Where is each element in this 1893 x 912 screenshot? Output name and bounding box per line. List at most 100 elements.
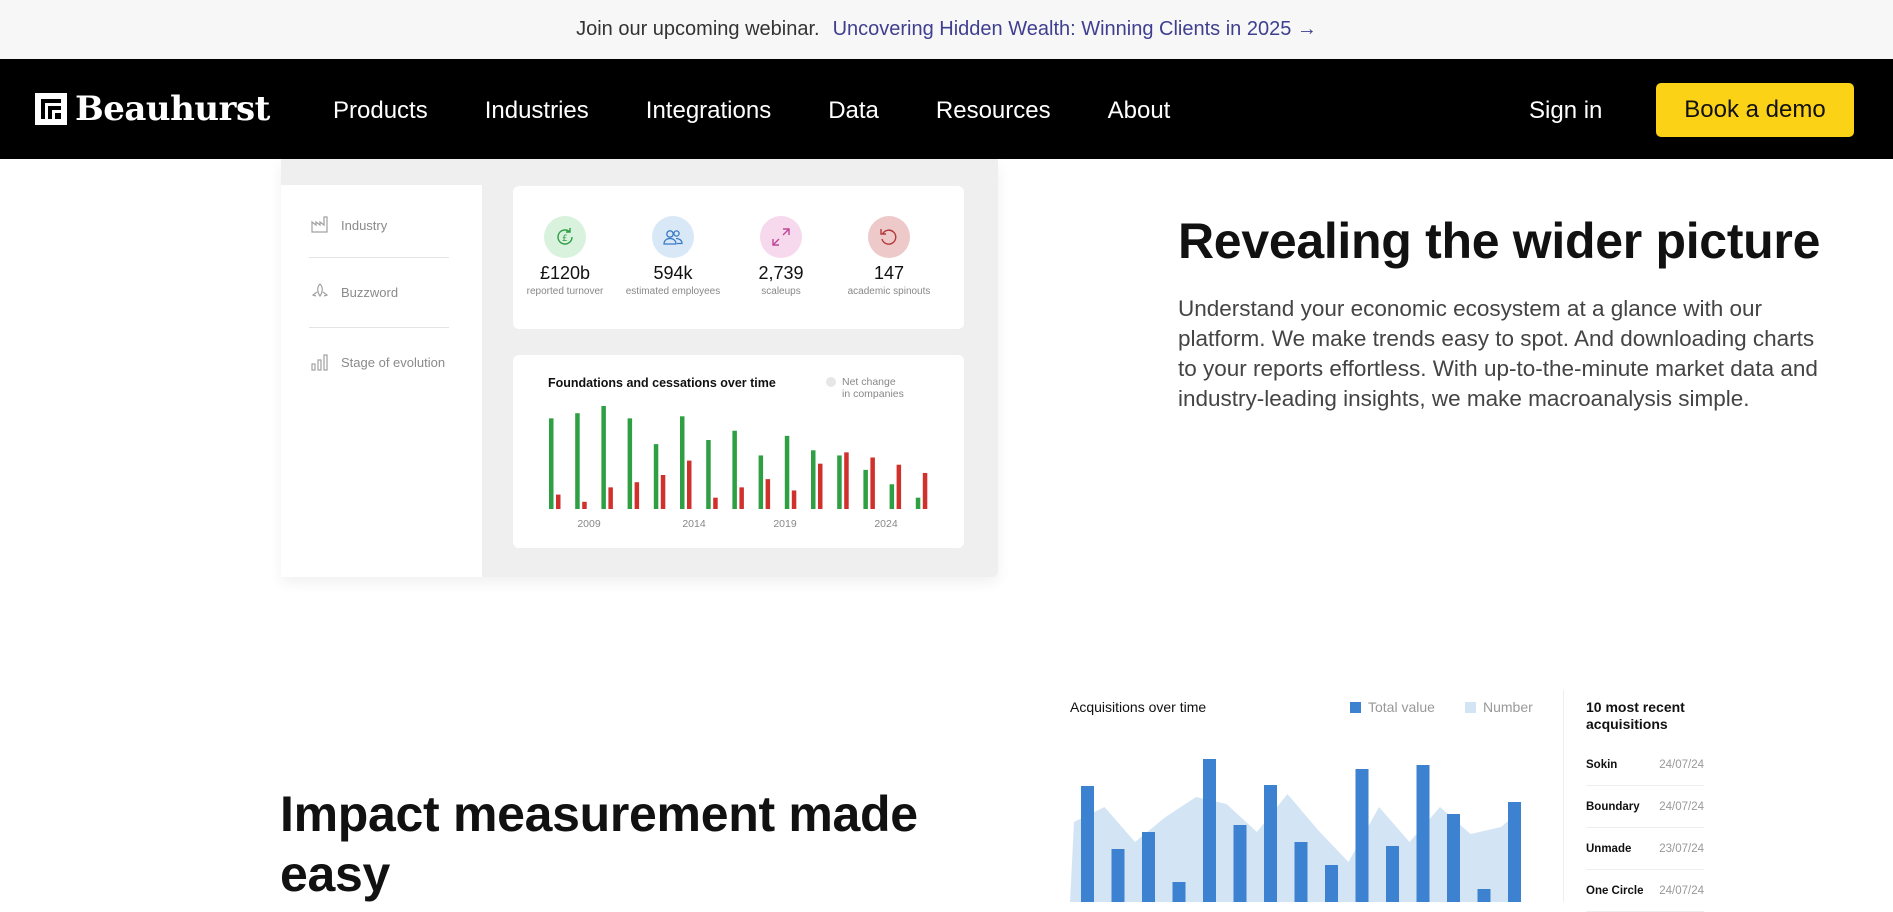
foundations-bar [889, 484, 895, 509]
foundations-bar [706, 439, 711, 509]
stat-label: scaleups [761, 286, 801, 297]
people-icon [652, 216, 694, 258]
nav-item-products[interactable]: Products [333, 97, 428, 125]
logo-mark-icon [35, 93, 67, 125]
divider [309, 327, 449, 328]
acquisition-date: 23/07/24 [1659, 842, 1704, 855]
cessations-bar [870, 457, 875, 509]
x-tick-label: 2019 [773, 518, 797, 530]
foundations-bar [915, 497, 921, 509]
cessations-bar [556, 494, 561, 509]
foundations-bar [653, 444, 659, 509]
foundations-bar [811, 450, 816, 509]
foundations-bar [863, 469, 868, 509]
stat-turnover: £ £120b reported turnover [505, 186, 625, 297]
cessations-bar [844, 452, 849, 509]
number-area [1070, 794, 1513, 902]
foundations-bar [627, 418, 633, 509]
foundations-bar [784, 435, 790, 509]
announcement-bar: Join our upcoming webinar. Uncovering Hi… [0, 0, 1893, 59]
sidebar-item-industry: Industry [311, 216, 387, 234]
stat-label: reported turnover [526, 286, 604, 297]
stat-scaleups: 2,739 scaleups [721, 186, 841, 297]
nav-item-about[interactable]: About [1108, 97, 1171, 125]
stat-value: 2,739 [758, 263, 804, 283]
sidebar-item-stage: Stage of evolution [311, 353, 445, 371]
dashboard-mockup: Industry Buzzword Stage of evolution £ £… [281, 159, 998, 577]
acquisitions-panel: Acquisitions over time Total value Numbe… [1050, 680, 1893, 912]
main-nav: Beauhurst Products Industries Integratio… [0, 59, 1893, 159]
factory-icon [311, 216, 328, 233]
acquisition-date: 24/07/24 [1659, 800, 1704, 813]
foundations-bar [601, 406, 606, 509]
total-value-bar [1447, 814, 1460, 902]
stat-employees: 594k estimated employees [613, 186, 733, 297]
stat-label: estimated employees [625, 286, 721, 297]
nav-item-resources[interactable]: Resources [936, 97, 1051, 125]
growth-bars-icon [311, 354, 328, 371]
company-name: One Circle [1586, 884, 1644, 897]
nav-item-industries[interactable]: Industries [485, 97, 589, 125]
rocket-icon [311, 283, 329, 298]
total-value-bar [1081, 786, 1094, 902]
stat-value: £120b [539, 263, 591, 283]
book-demo-button[interactable]: Book a demo [1656, 83, 1854, 137]
stats-card: £ £120b reported turnover 594k estimated… [513, 186, 964, 329]
company-name: Sokin [1586, 758, 1618, 771]
webinar-link[interactable]: Uncovering Hidden Wealth: Winning Client… [833, 18, 1317, 41]
cessations-bar [634, 482, 640, 509]
hero-heading: Revealing the wider picture [1178, 213, 1821, 269]
pound-cycle-icon: £ [544, 216, 586, 258]
foundations-bar [758, 455, 764, 509]
expand-arrows-icon [760, 216, 802, 258]
list-item[interactable]: Sokin 24/07/24 [1586, 744, 1704, 786]
x-tick-label: 2024 [874, 518, 898, 530]
impact-heading: Impact measurement made easy [280, 786, 918, 902]
logo-text: Beauhurst [75, 89, 270, 129]
refresh-icon [868, 216, 910, 258]
total-value-bar [1203, 759, 1216, 902]
sidebar-item-label: Buzzword [341, 284, 399, 300]
divider [309, 257, 449, 258]
cessations-bar [608, 487, 613, 509]
total-value-bar [1233, 825, 1247, 902]
cessations-bar [713, 497, 718, 509]
recent-acquisitions-title: 10 most recent acquisitions [1586, 699, 1685, 732]
nav-item-integrations[interactable]: Integrations [646, 97, 771, 125]
x-tick-label: 2009 [577, 518, 601, 530]
total-value-bar [1294, 842, 1308, 902]
cessations-bar [765, 479, 771, 509]
divider [1563, 690, 1564, 902]
sidebar-item-label: Industry [341, 217, 388, 233]
sign-in-link[interactable]: Sign in [1529, 97, 1602, 125]
cessations-bar [739, 487, 744, 509]
foundations-bar [837, 455, 842, 509]
stat-label: academic spinouts [847, 286, 931, 297]
acquisitions-chart [1070, 759, 1521, 902]
foundations-bar [575, 413, 580, 509]
total-value-bar [1142, 832, 1155, 902]
nav-item-data[interactable]: Data [828, 97, 879, 125]
foundations-bar [680, 416, 685, 509]
total-value-bar [1172, 882, 1186, 902]
company-name: Unmade [1586, 842, 1632, 855]
cessations-bar [687, 460, 692, 509]
dashboard-sidebar: Industry Buzzword Stage of evolution [281, 185, 482, 577]
cessations-bar [791, 490, 797, 509]
total-value-bar [1264, 785, 1277, 902]
list-item[interactable]: Unmade 23/07/24 [1586, 828, 1704, 870]
total-value-bar [1416, 765, 1430, 902]
list-item[interactable]: One Circle 24/07/24 [1586, 870, 1704, 912]
foundations-bar-chart: 2009 2014 2019 2024 [549, 406, 928, 530]
logo[interactable]: Beauhurst [35, 89, 270, 129]
sidebar-item-label: Stage of evolution [341, 354, 446, 370]
stat-spinouts: 147 academic spinouts [829, 186, 949, 297]
sidebar-item-buzzword: Buzzword [311, 283, 398, 301]
nav-menu: Products Industries Integrations Data Re… [333, 97, 1227, 125]
total-value-bar [1355, 769, 1369, 902]
list-item[interactable]: Boundary 24/07/24 [1586, 786, 1704, 828]
cessations-bar [922, 472, 928, 509]
foundations-chart-card: Foundations and cessations over time Net… [513, 355, 964, 548]
x-tick-label: 2014 [682, 518, 706, 530]
cessations-bar [660, 475, 666, 509]
